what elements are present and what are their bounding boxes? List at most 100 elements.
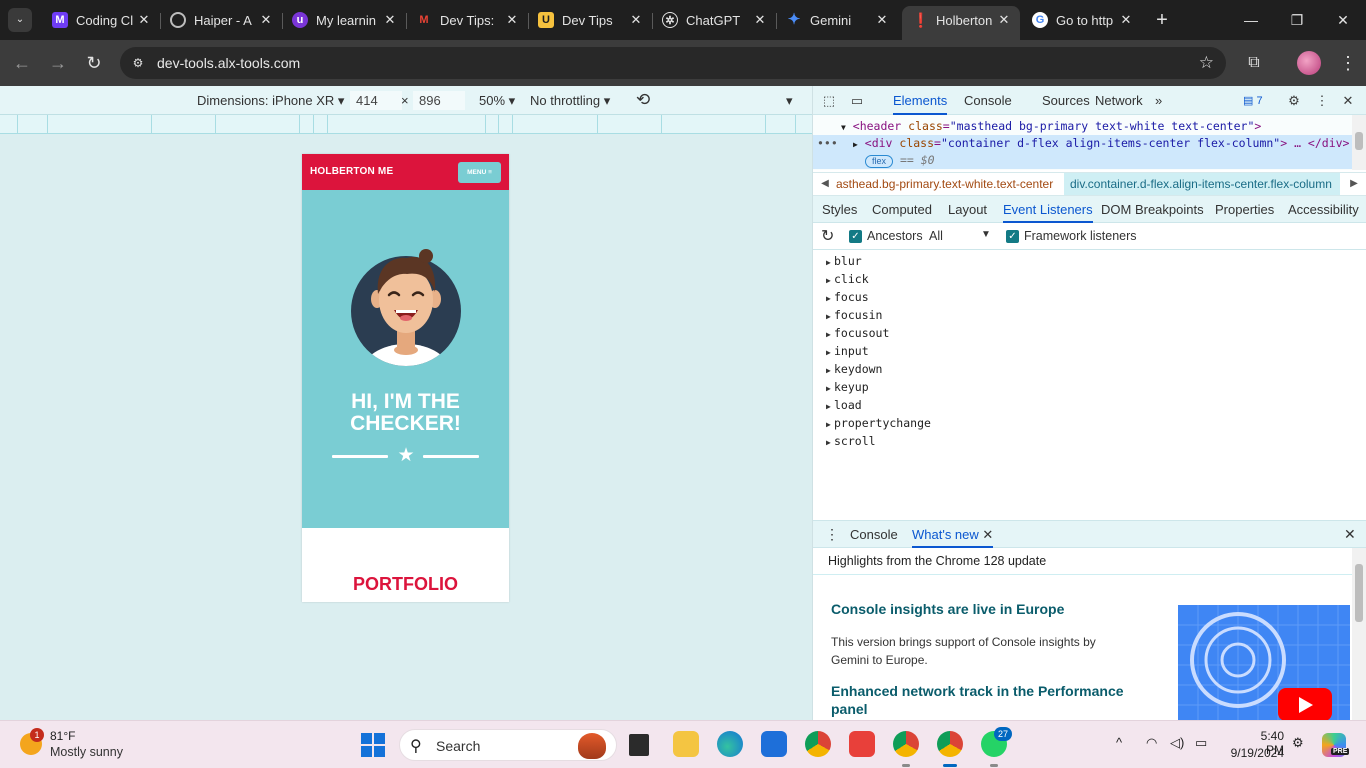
drawer-menu-icon[interactable]: ⋮: [825, 526, 839, 543]
close-tab-icon[interactable]: ✕: [258, 12, 274, 28]
browser-tab[interactable]: Haiper - A ✕: [160, 6, 283, 34]
chrome-profile-icon[interactable]: [893, 731, 919, 757]
tab-search-chevron-icon[interactable]: ⌄: [8, 8, 32, 32]
inspect-element-icon[interactable]: ⬚: [820, 92, 838, 110]
more-tabs-icon[interactable]: »: [1155, 86, 1162, 115]
back-arrow-icon[interactable]: ←: [10, 51, 34, 75]
refresh-icon[interactable]: ↻: [821, 226, 834, 246]
weather-description[interactable]: Mostly sunny: [50, 745, 123, 759]
list-item[interactable]: ▶ input: [826, 342, 869, 360]
close-tab-icon[interactable]: ✕: [1118, 12, 1134, 28]
close-tab-icon[interactable]: ✕: [628, 12, 644, 28]
close-tab-icon[interactable]: ✕: [504, 12, 520, 28]
browser-tab[interactable]: M Coding Cl ✕: [42, 6, 161, 34]
device-more-options-icon[interactable]: ▾: [786, 93, 793, 109]
bookmark-star-icon[interactable]: ☆: [1199, 53, 1214, 73]
browser-tab[interactable]: ✲ ChatGPT ✕: [652, 6, 777, 34]
task-view-icon[interactable]: [629, 734, 649, 756]
device-toggle-icon[interactable]: ▭: [848, 92, 866, 110]
close-tab-icon[interactable]: ✕: [752, 12, 768, 28]
device-width-input[interactable]: 414: [350, 91, 402, 110]
new-tab-plus-icon[interactable]: +: [1150, 8, 1174, 32]
close-devtools-icon[interactable]: ✕: [1339, 92, 1357, 110]
breadcrumb-item-active[interactable]: div.container.d-flex.align-items-center.…: [1064, 173, 1340, 195]
tab-elements[interactable]: Elements: [893, 86, 948, 115]
url-text[interactable]: dev-tools.alx-tools.com: [157, 55, 300, 71]
dom-scrollbar[interactable]: [1352, 115, 1366, 170]
show-hidden-icons-chevron-icon[interactable]: ^: [1116, 735, 1122, 750]
drawer-tab-whats-new[interactable]: What's new ✕: [912, 521, 994, 548]
list-item[interactable]: ▶ keyup: [826, 378, 869, 396]
devtools-menu-icon[interactable]: ⋮: [1313, 92, 1331, 110]
restore-icon[interactable]: ❐: [1282, 8, 1312, 32]
subtab-accessibility[interactable]: Accessibility: [1288, 196, 1359, 223]
subtab-event-listeners[interactable]: Event Listeners: [1003, 196, 1093, 223]
browser-tab-active[interactable]: ❗ Holberton ✕: [902, 6, 1020, 40]
minimize-icon[interactable]: —: [1236, 8, 1266, 32]
breadcrumb-left-arrow-icon[interactable]: ◀: [816, 173, 834, 195]
browser-tab[interactable]: u My learnin ✕: [282, 6, 407, 34]
chrome-active-icon[interactable]: [937, 731, 963, 757]
breadcrumb-right-arrow-icon[interactable]: ▶: [1345, 173, 1363, 195]
list-item[interactable]: ▶ propertychange: [826, 414, 931, 432]
wifi-icon[interactable]: ◠: [1146, 735, 1157, 751]
battery-icon[interactable]: ▭: [1195, 735, 1207, 751]
subtab-layout[interactable]: Layout: [948, 196, 987, 223]
tab-sources[interactable]: Sources: [1042, 86, 1090, 115]
volume-icon[interactable]: ◁): [1170, 735, 1184, 751]
clock-date[interactable]: 9/19/2024: [1229, 746, 1284, 760]
subtab-styles[interactable]: Styles: [822, 196, 857, 223]
chrome-icon[interactable]: [805, 731, 831, 757]
close-tab-icon[interactable]: ✕: [996, 12, 1012, 28]
ancestors-select[interactable]: All ▼: [929, 228, 991, 245]
extensions-puzzle-icon[interactable]: ⧉: [1243, 52, 1265, 74]
site-info-icon[interactable]: ⚙: [130, 55, 146, 71]
forward-arrow-icon[interactable]: →: [46, 51, 70, 75]
device-dimensions-select[interactable]: Dimensions: iPhone XR ▾: [197, 93, 344, 109]
wps-office-icon[interactable]: [849, 731, 875, 757]
file-explorer-icon[interactable]: [673, 731, 699, 757]
breadcrumb-item[interactable]: asthead.bg-primary.text-white.text-cente…: [836, 173, 1053, 195]
browser-menu-icon[interactable]: ⋮: [1338, 51, 1358, 75]
node-ellipsis-icon[interactable]: •••: [817, 135, 838, 152]
dom-node-selected[interactable]: ••• ▶ <div class="container d-flex align…: [813, 135, 1353, 169]
browser-tab[interactable]: U Dev Tips ✕: [528, 6, 653, 34]
list-item[interactable]: ▶ focusin: [826, 306, 882, 324]
framework-listeners-checkbox[interactable]: ✓: [1006, 230, 1019, 243]
whats-new-heading[interactable]: Enhanced network track in the Performanc…: [831, 682, 1151, 718]
site-brand[interactable]: HOLBERTON ME: [310, 166, 393, 177]
browser-tab[interactable]: G Go to http ✕: [1022, 6, 1142, 34]
microsoft-store-icon[interactable]: [761, 731, 787, 757]
issues-counter[interactable]: ▤ 7: [1243, 94, 1263, 107]
close-tab-icon[interactable]: ✕: [382, 12, 398, 28]
reload-icon[interactable]: ↻: [82, 51, 106, 75]
flex-badge[interactable]: flex: [865, 155, 894, 168]
browser-tab[interactable]: ✦ Gemini ✕: [776, 6, 898, 34]
device-height-input[interactable]: 896: [413, 91, 465, 110]
media-query-ruler[interactable]: [0, 115, 812, 134]
ancestors-checkbox[interactable]: ✓: [849, 230, 862, 243]
tab-network[interactable]: Network: [1095, 86, 1143, 115]
list-item[interactable]: ▶ focusout: [826, 324, 889, 342]
windows-start-icon[interactable]: [361, 733, 385, 757]
window-close-icon[interactable]: ✕: [1328, 8, 1358, 32]
video-thumbnail[interactable]: [1178, 605, 1350, 720]
throttling-select[interactable]: No throttling ▾: [530, 93, 610, 109]
rotate-icon[interactable]: ⟲: [636, 90, 650, 110]
address-bar[interactable]: ⚙ dev-tools.alx-tools.com ☆: [120, 47, 1226, 79]
tab-console[interactable]: Console: [964, 86, 1012, 115]
collapse-triangle-icon[interactable]: ▶: [853, 140, 858, 149]
close-tab-icon[interactable]: ✕: [136, 12, 152, 28]
settings-gear-icon[interactable]: ⚙: [1285, 92, 1303, 110]
whats-new-heading[interactable]: Console insights are live in Europe: [831, 600, 1064, 618]
drawer-tab-console[interactable]: Console: [850, 521, 898, 548]
list-item[interactable]: ▶ keydown: [826, 360, 882, 378]
dom-node-header[interactable]: ▼ <header class="masthead bg-primary tex…: [841, 118, 1261, 135]
drawer-scrollbar[interactable]: [1352, 548, 1366, 720]
close-tab-icon[interactable]: ✕: [874, 12, 890, 28]
edge-icon[interactable]: [717, 731, 743, 757]
weather-temperature[interactable]: 81°F: [50, 729, 75, 743]
list-item[interactable]: ▶ scroll: [826, 432, 876, 450]
list-item[interactable]: ▶ focus: [826, 288, 869, 306]
list-item[interactable]: ▶ load: [826, 396, 862, 414]
